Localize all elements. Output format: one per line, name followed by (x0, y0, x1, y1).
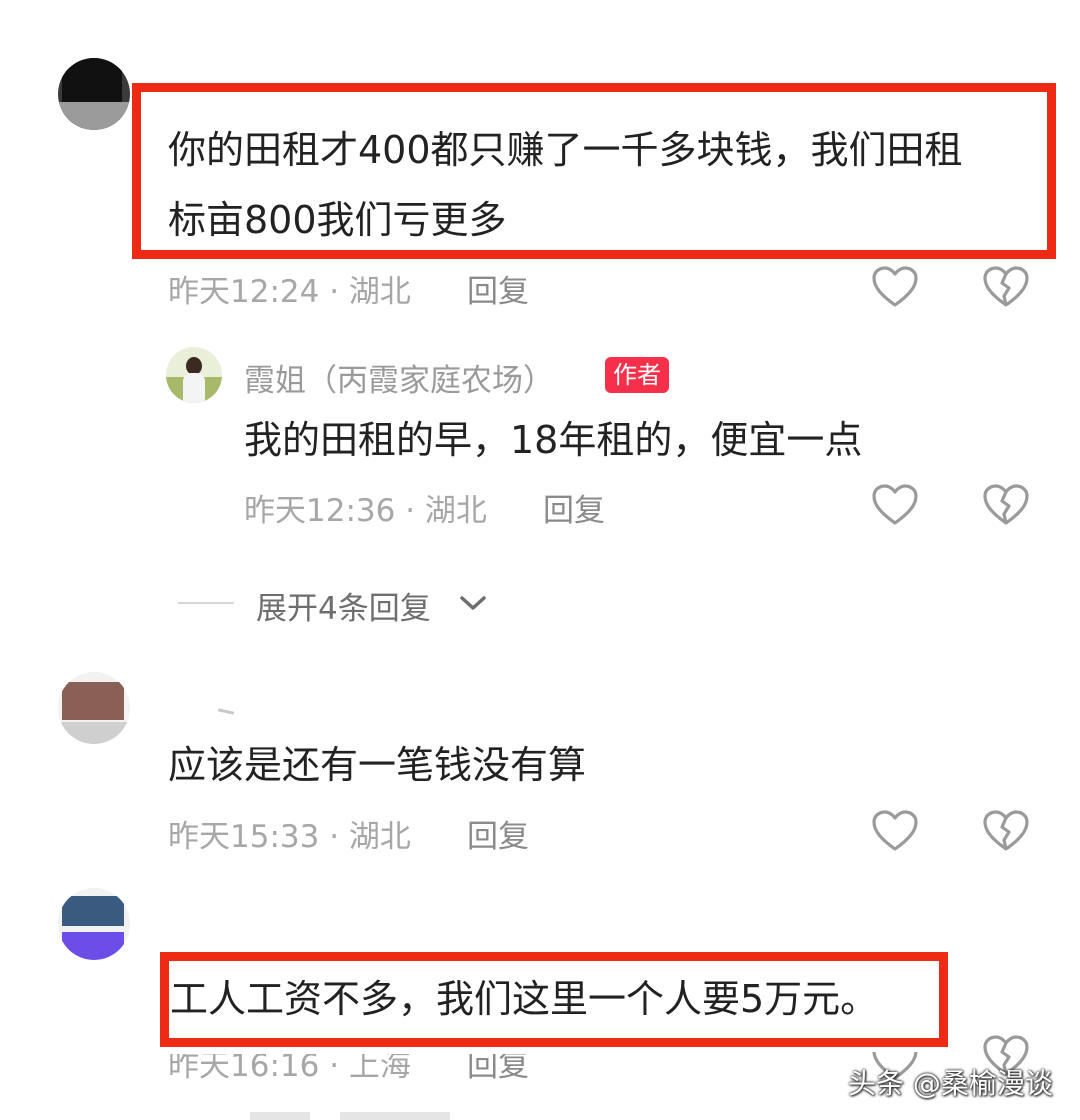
location: 上海 (348, 1048, 411, 1084)
comment-meta: 昨天12:24 · 湖北 (168, 266, 411, 311)
avatar[interactable] (58, 888, 130, 960)
comment-text: 标亩800我们亏更多 (168, 198, 507, 242)
location: 湖北 (424, 493, 487, 529)
divider-line (178, 602, 234, 604)
author-badge: 作者 (605, 357, 669, 393)
reply-meta: 昨天12:36 · 湖北 (244, 485, 487, 530)
expand-replies-label[interactable]: 展开4条回复 (256, 583, 431, 628)
meta-separator: · (329, 1048, 340, 1084)
timestamp: 昨天15:33 (168, 819, 320, 855)
meta-separator: · (405, 493, 416, 529)
comment-text: 应该是还有一笔钱没有算 (168, 743, 587, 787)
meta-separator: · (329, 819, 340, 855)
author-name[interactable]: 霞姐（丙霞家庭农场） (244, 355, 554, 400)
comment-text: 工人工资不多，我们这里一个人要5万元。 (170, 977, 879, 1021)
location: 湖北 (348, 819, 411, 855)
next-comment-peek (250, 1112, 450, 1120)
chevron-down-icon[interactable] (457, 592, 489, 614)
avatar[interactable] (58, 672, 130, 744)
broken-heart-icon[interactable] (982, 265, 1030, 309)
broken-heart-icon[interactable] (982, 483, 1030, 527)
timestamp: 昨天12:24 (168, 274, 320, 310)
reply-button[interactable]: 回复 (467, 266, 529, 311)
broken-heart-icon[interactable] (982, 809, 1030, 853)
user-name-stub (217, 708, 235, 715)
location: 湖北 (348, 274, 411, 310)
reply-button[interactable]: 回复 (467, 811, 529, 856)
comment-text: 你的田租才400都只赚了一千多块钱，我们田租 (168, 128, 963, 172)
author-avatar[interactable] (166, 347, 222, 403)
reply-button[interactable]: 回复 (543, 485, 605, 530)
heart-outline-icon[interactable] (871, 483, 919, 527)
timestamp: 昨天12:36 (244, 493, 396, 529)
comment-meta: 昨天15:33 · 湖北 (168, 811, 411, 856)
heart-outline-icon[interactable] (871, 809, 919, 853)
heart-outline-icon[interactable] (871, 265, 919, 309)
avatar[interactable] (58, 58, 130, 130)
watermark: 头条 @桑榆漫谈 (848, 1067, 1053, 1100)
reply-text: 我的田租的早，18年租的，便宜一点 (244, 418, 863, 462)
meta-separator: · (329, 274, 340, 310)
timestamp: 昨天16:16 (168, 1048, 320, 1084)
